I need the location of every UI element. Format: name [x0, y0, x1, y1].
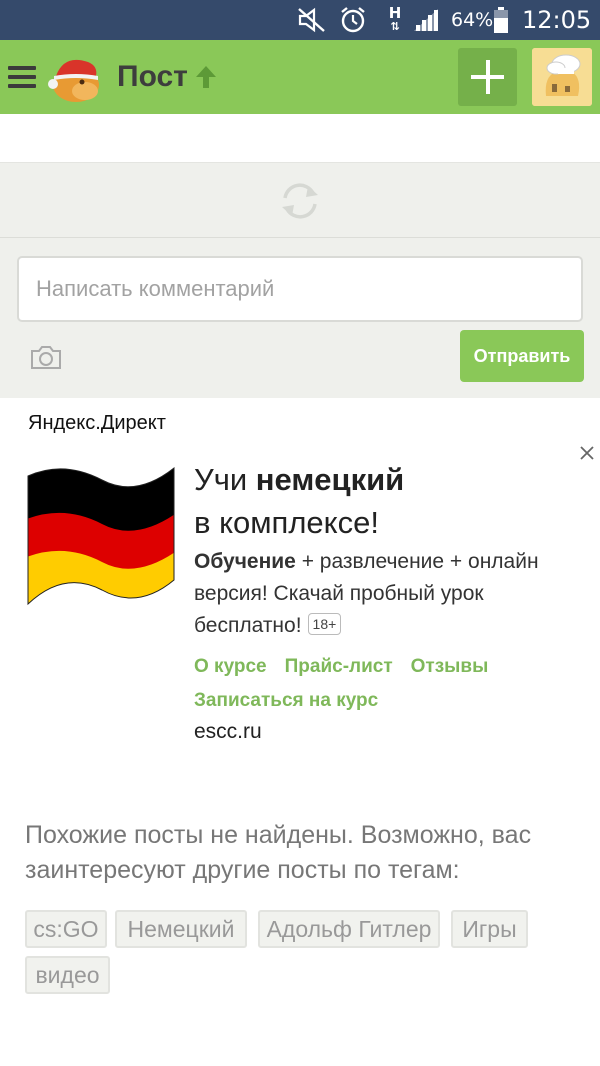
ad-title[interactable]: Учи немецкий в комплексе! [194, 458, 574, 544]
camera-icon[interactable] [30, 344, 62, 370]
german-flag-image[interactable] [24, 454, 178, 608]
mute-icon [297, 0, 329, 40]
similar-posts-message: Похожие посты не найдены. Возможно, вас … [25, 821, 532, 884]
alarm-icon [339, 0, 369, 40]
battery-icon [493, 0, 509, 40]
logo-icon[interactable] [46, 48, 104, 106]
page-title: Пост [117, 60, 188, 93]
refresh-icon[interactable] [277, 180, 323, 222]
ad-source-label[interactable]: Яндекс.Директ [28, 412, 166, 435]
ad-title-bold: немецкий [255, 462, 405, 497]
ad-link-about[interactable]: О курсе [194, 650, 267, 684]
network-h-icon: H ⇅ [388, 4, 402, 34]
loader-strip [0, 162, 600, 238]
battery-percent: 64% [451, 9, 494, 31]
tag-chip[interactable]: Адольф Гитлер [258, 910, 440, 948]
network-type-label: H [388, 4, 402, 22]
ad-description: Обучение + развлечение + онлайн версия! … [194, 546, 589, 642]
send-button[interactable]: Отправить [460, 330, 584, 382]
up-arrow-icon[interactable] [194, 64, 218, 90]
ad-link-prices[interactable]: Прайс-лист [285, 650, 393, 684]
ad-title-line-2: в комплексе! [194, 505, 379, 540]
ad-desc-bold: Обучение [194, 550, 296, 573]
app-bar: Пост [0, 40, 600, 114]
tag-chip[interactable]: видео [25, 956, 110, 994]
tag-chip[interactable]: cs:GO [25, 910, 107, 948]
ad-link-signup[interactable]: Записаться на курс [194, 684, 378, 718]
close-icon[interactable] [578, 444, 596, 462]
status-bar: H ⇅ 64% 12:05 [0, 0, 600, 40]
age-badge: 18+ [307, 613, 342, 635]
tag-chip[interactable]: Игры [451, 910, 528, 948]
tag-chip[interactable]: Немецкий [115, 910, 247, 948]
clock-time: 12:05 [522, 6, 592, 34]
comment-input[interactable] [17, 256, 583, 322]
ad-title-part: Учи [194, 462, 256, 497]
menu-icon[interactable] [8, 66, 36, 88]
ad-links: О курсе Прайс-лист Отзывы Записаться на ку… [194, 650, 594, 718]
comment-area: Отправить [0, 238, 600, 398]
signal-icon [412, 0, 442, 40]
ad-link-reviews[interactable]: Отзывы [411, 650, 489, 684]
add-post-button[interactable] [458, 48, 517, 106]
avatar-icon[interactable] [532, 48, 592, 106]
ad-domain[interactable]: escc.ru [194, 720, 262, 744]
